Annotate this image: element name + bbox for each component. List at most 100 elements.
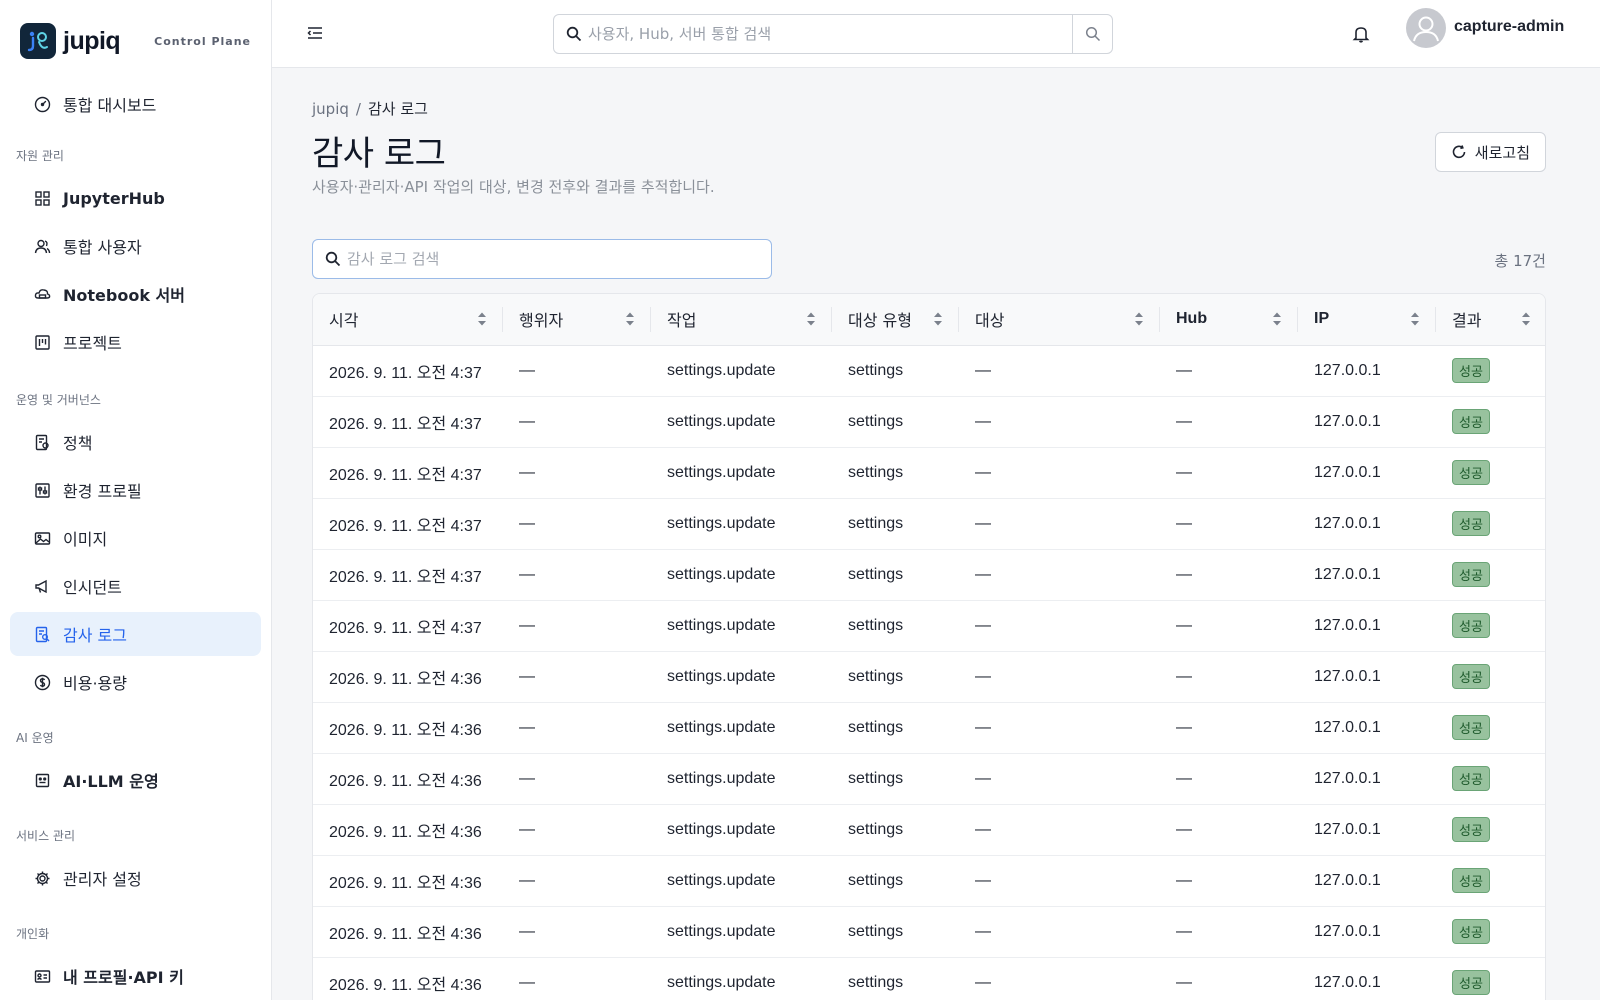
- cell-target: —: [975, 463, 991, 481]
- column-header-time[interactable]: 시각: [313, 294, 503, 346]
- sidebar-item-label: AI·LLM 운영: [63, 772, 159, 791]
- column-header-target-type[interactable]: 대상 유형: [832, 294, 959, 346]
- cell-action: settings.update: [667, 922, 776, 940]
- sidebar-item-images[interactable]: 이미지: [10, 516, 261, 560]
- status-badge: 성공: [1452, 919, 1490, 944]
- column-header-action[interactable]: 작업: [651, 294, 832, 346]
- table-row[interactable]: 2026. 9. 11. 오전 4:37 — settings.update sett…: [313, 345, 1545, 396]
- global-search: [553, 14, 1113, 54]
- sidebar-item-users[interactable]: 통합 사용자: [10, 224, 261, 268]
- sidebar-item-label: 관리자 설정: [63, 870, 142, 889]
- cell-hub: —: [1176, 922, 1192, 940]
- id-card-icon: [34, 968, 51, 985]
- cell-actor: —: [519, 514, 535, 532]
- sidebar-toggle-icon[interactable]: [306, 24, 324, 42]
- cell-actor: —: [519, 820, 535, 838]
- table-row[interactable]: 2026. 9. 11. 오전 4:36 — settings.update sett…: [313, 906, 1545, 957]
- cell-hub: —: [1176, 463, 1192, 481]
- cell-result: 성공: [1436, 906, 1545, 957]
- status-badge: 성공: [1452, 409, 1490, 434]
- sidebar-item-profile-api-key[interactable]: 내 프로필·API 키: [10, 954, 261, 998]
- sidebar-item-notebook-server[interactable]: Notebook 서버: [10, 272, 261, 316]
- sidebar-item-ai-llm[interactable]: AI·LLM 운영: [10, 758, 261, 802]
- sidebar-item-cost-capacity[interactable]: 비용·용량: [10, 660, 261, 704]
- cell-result: 성공: [1436, 447, 1545, 498]
- cell-target: —: [975, 514, 991, 532]
- sidebar-item-audit-log[interactable]: 감사 로그: [10, 612, 261, 656]
- status-badge: 성공: [1452, 511, 1490, 536]
- table-row[interactable]: 2026. 9. 11. 오전 4:37 — settings.update sett…: [313, 498, 1545, 549]
- cell-ip: 127.0.0.1: [1314, 565, 1381, 583]
- cell-time: 2026. 9. 11. 오전 4:36: [329, 721, 482, 739]
- cell-target-type: settings: [848, 361, 904, 379]
- cell-target: —: [975, 616, 991, 634]
- column-header-hub[interactable]: Hub: [1160, 294, 1298, 346]
- table-row[interactable]: 2026. 9. 11. 오전 4:36 — settings.update sett…: [313, 702, 1545, 753]
- column-label: IP: [1314, 310, 1330, 328]
- cell-time: 2026. 9. 11. 오전 4:37: [329, 568, 482, 586]
- cell-actor: —: [519, 463, 535, 481]
- table-row[interactable]: 2026. 9. 11. 오전 4:36 — settings.update sett…: [313, 957, 1545, 1000]
- breadcrumb-root[interactable]: jupiq: [312, 100, 349, 118]
- refresh-button[interactable]: 새로고침: [1434, 132, 1546, 172]
- sidebar-item-env-profile[interactable]: 환경 프로필: [10, 468, 261, 512]
- global-search-button[interactable]: [1072, 15, 1112, 53]
- cell-target-type: settings: [848, 616, 904, 634]
- cell-action: settings.update: [667, 463, 776, 481]
- cell-hub: —: [1176, 718, 1192, 736]
- cell-hub: —: [1176, 361, 1192, 379]
- sidebar-item-jupyterhub[interactable]: JupyterHub: [10, 176, 261, 220]
- cell-target: —: [975, 718, 991, 736]
- cell-ip: 127.0.0.1: [1314, 718, 1381, 736]
- cell-actor: —: [519, 973, 535, 991]
- sliders-icon: [34, 482, 51, 499]
- cell-target-type: settings: [848, 769, 904, 787]
- search-icon: [325, 251, 341, 267]
- jupiq-logo-icon[interactable]: [20, 23, 56, 59]
- cell-target-type: settings: [848, 973, 904, 991]
- table-row[interactable]: 2026. 9. 11. 오전 4:37 — settings.update sett…: [313, 549, 1545, 600]
- sidebar-item-projects[interactable]: 프로젝트: [10, 320, 261, 364]
- sidebar: jupiq Control Plane 통합 대시보드 자원 관리 Jupyte…: [0, 0, 272, 1000]
- avatar[interactable]: [1406, 8, 1446, 48]
- sidebar-item-admin-settings[interactable]: 관리자 설정: [10, 856, 261, 900]
- cell-result: 성공: [1436, 498, 1545, 549]
- cell-action: settings.update: [667, 820, 776, 838]
- column-label: Hub: [1176, 310, 1208, 328]
- sidebar-item-label: JupyterHub: [63, 188, 165, 208]
- column-label: 결과: [1452, 311, 1482, 331]
- user-name[interactable]: capture-admin: [1454, 18, 1564, 36]
- sidebar-item-label: 환경 프로필: [63, 482, 142, 501]
- table-row[interactable]: 2026. 9. 11. 오전 4:36 — settings.update sett…: [313, 804, 1545, 855]
- project-board-icon: [34, 334, 51, 351]
- table-row[interactable]: 2026. 9. 11. 오전 4:37 — settings.update sett…: [313, 396, 1545, 447]
- sort-icon: [1410, 311, 1420, 327]
- refresh-label: 새로고침: [1474, 143, 1530, 162]
- cell-result: 성공: [1436, 702, 1545, 753]
- table-row[interactable]: 2026. 9. 11. 오전 4:36 — settings.update sett…: [313, 753, 1545, 804]
- status-badge: 성공: [1452, 562, 1490, 587]
- dashboard-icon: [34, 96, 51, 113]
- table-row[interactable]: 2026. 9. 11. 오전 4:37 — settings.update sett…: [313, 600, 1545, 651]
- audit-log-table: 시각 행위자 작업 대상 유형 대상 Hub IP 결과 2026. 9. 11…: [312, 293, 1546, 1000]
- status-badge: 성공: [1452, 817, 1490, 842]
- global-search-input[interactable]: [588, 25, 1072, 43]
- column-header-result[interactable]: 결과: [1436, 294, 1545, 346]
- bell-icon[interactable]: [1352, 24, 1370, 44]
- table-row[interactable]: 2026. 9. 11. 오전 4:36 — settings.update sett…: [313, 651, 1545, 702]
- table-row[interactable]: 2026. 9. 11. 오전 4:37 — settings.update sett…: [313, 447, 1545, 498]
- column-header-target[interactable]: 대상: [959, 294, 1160, 346]
- cell-result: 성공: [1436, 804, 1545, 855]
- status-badge: 성공: [1452, 715, 1490, 740]
- cell-ip: 127.0.0.1: [1314, 769, 1381, 787]
- audit-log-search-input[interactable]: [347, 250, 771, 268]
- sidebar-item-dashboard[interactable]: 통합 대시보드: [10, 82, 261, 126]
- status-badge: 성공: [1452, 358, 1490, 383]
- brand: jupiq Control Plane: [0, 0, 271, 82]
- column-header-ip[interactable]: IP: [1298, 294, 1436, 346]
- table-row[interactable]: 2026. 9. 11. 오전 4:36 — settings.update sett…: [313, 855, 1545, 906]
- column-header-actor[interactable]: 행위자: [503, 294, 651, 346]
- cell-action: settings.update: [667, 871, 776, 889]
- sidebar-item-policy[interactable]: 정책: [10, 420, 261, 464]
- sidebar-item-incidents[interactable]: 인시던트: [10, 564, 261, 608]
